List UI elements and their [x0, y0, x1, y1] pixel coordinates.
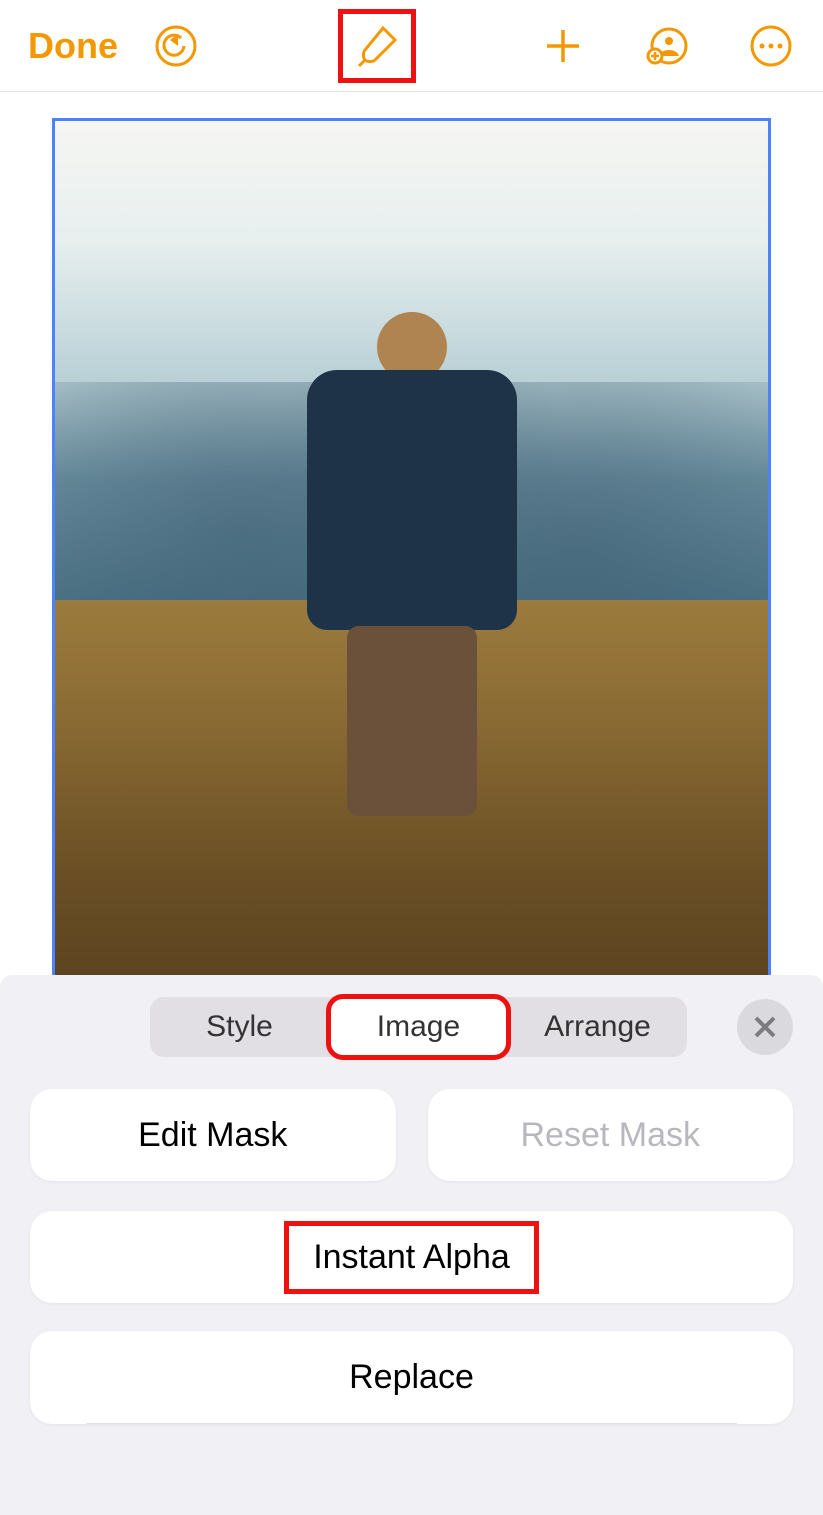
image-person-region — [297, 312, 527, 832]
add-icon[interactable] — [539, 22, 587, 70]
instant-alpha-label: Instant Alpha — [284, 1221, 539, 1294]
top-toolbar: Done — [0, 0, 823, 92]
separator — [86, 1423, 737, 1424]
more-icon[interactable] — [747, 22, 795, 70]
brush-highlight-frame — [338, 9, 416, 83]
selected-image[interactable] — [52, 118, 771, 994]
tab-arrange[interactable]: Arrange — [508, 997, 687, 1057]
undo-icon[interactable] — [152, 22, 200, 70]
document-canvas[interactable] — [0, 92, 823, 994]
format-brush-icon[interactable] — [353, 22, 401, 70]
replace-button[interactable]: Replace — [30, 1331, 793, 1423]
edit-mask-button[interactable]: Edit Mask — [30, 1089, 396, 1181]
done-button[interactable]: Done — [28, 25, 118, 67]
tab-image[interactable]: Image — [329, 997, 508, 1057]
format-panel: Style Image Arrange Edit Mask Reset Mask… — [0, 975, 823, 1515]
reset-mask-button: Reset Mask — [428, 1089, 794, 1181]
instant-alpha-button[interactable]: Instant Alpha — [30, 1211, 793, 1303]
collaborate-icon[interactable] — [643, 22, 691, 70]
close-panel-button[interactable] — [737, 999, 793, 1055]
format-tabs: Style Image Arrange — [150, 997, 687, 1057]
tab-style[interactable]: Style — [150, 997, 329, 1057]
